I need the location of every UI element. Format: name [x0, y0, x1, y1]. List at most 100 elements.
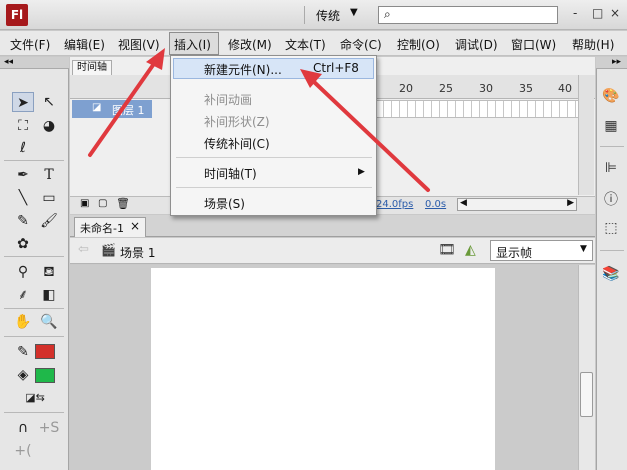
back-arrow-icon[interactable]: ⇦: [78, 242, 89, 257]
stage[interactable]: [151, 268, 495, 470]
minimize-button[interactable]: -: [573, 6, 577, 20]
stage-scrollbar[interactable]: [578, 265, 595, 470]
brush-icon[interactable]: 🖌: [38, 211, 60, 231]
menu-item-motion-tween: 补间动画: [204, 93, 253, 107]
menu-edit[interactable]: 编辑(E): [64, 36, 105, 53]
tools-divider: [4, 256, 64, 257]
timeline-scrollbar[interactable]: [578, 75, 594, 195]
tools-divider: [4, 160, 64, 161]
expand-icon[interactable]: ▸▸: [596, 57, 627, 69]
title-divider: [304, 6, 305, 24]
menu-item-new-symbol[interactable]: 新建元件(N)...: [204, 61, 282, 78]
deco-icon[interactable]: ✿: [12, 234, 34, 254]
smooth-icon[interactable]: +S: [38, 418, 60, 438]
menu-modify[interactable]: 修改(M): [228, 36, 272, 53]
layer-icon: ◪: [92, 102, 102, 113]
document-title[interactable]: 未命名-1: [80, 220, 124, 236]
menu-debug[interactable]: 调试(D): [455, 36, 498, 53]
elapsed-time: 0.0s: [425, 199, 447, 210]
lasso-icon[interactable]: ℓ: [12, 138, 34, 158]
menu-insert[interactable]: 插入(I): [174, 36, 211, 53]
eraser-icon[interactable]: ◧: [38, 285, 60, 305]
bone-icon[interactable]: ⚲: [12, 262, 34, 282]
frame-number: 40: [558, 82, 572, 95]
menu-file[interactable]: 文件(F): [10, 36, 50, 53]
hand-icon[interactable]: ✋: [12, 312, 34, 332]
close-tab-icon[interactable]: ×: [130, 219, 140, 233]
color-palette-icon[interactable]: 🎨: [601, 86, 621, 106]
paint-bucket-icon[interactable]: ⛾: [38, 262, 60, 282]
chevron-down-icon[interactable]: ▼: [350, 7, 358, 18]
selection-arrow-icon[interactable]: ➤: [12, 92, 34, 112]
edit-symbol-icon[interactable]: ◭: [465, 242, 476, 258]
search-icon: ⌕: [384, 7, 391, 21]
menu-window[interactable]: 窗口(W): [511, 36, 556, 53]
eyedropper-icon[interactable]: ⸙: [12, 285, 34, 305]
library-icon[interactable]: 📚: [601, 264, 621, 284]
new-folder-icon[interactable]: ▢: [98, 198, 107, 209]
flash-logo: Fl: [6, 4, 28, 26]
tools-panel-header[interactable]: ◂◂: [0, 57, 69, 69]
straighten-icon[interactable]: +(: [12, 441, 34, 461]
frame-rate[interactable]: 24.0fps: [376, 199, 413, 210]
new-layer-icon[interactable]: ▣: [80, 198, 89, 209]
subselection-icon[interactable]: ↖: [38, 92, 60, 112]
delete-layer-icon[interactable]: 🗑: [116, 197, 130, 210]
menu-control[interactable]: 控制(O): [397, 36, 440, 53]
free-transform-icon[interactable]: ⛶: [12, 116, 34, 136]
submenu-arrow-icon: ▶: [358, 167, 365, 177]
menu-commands[interactable]: 命令(C): [340, 36, 382, 53]
menu-item-scene[interactable]: 场景(S): [204, 195, 245, 212]
frame-number: 30: [479, 82, 493, 95]
panel-divider: [600, 250, 624, 251]
scene-icon: 🎬: [101, 243, 116, 257]
swatches-grid-icon[interactable]: ▦: [601, 116, 621, 136]
transform-icon[interactable]: ⬚: [601, 218, 621, 238]
tools-divider: [4, 336, 64, 337]
close-button[interactable]: ×: [610, 6, 620, 20]
tab-timeline[interactable]: 时间轴: [72, 60, 112, 75]
panel-divider: [600, 146, 624, 147]
zoom-icon[interactable]: 🔍: [38, 312, 60, 332]
search-input[interactable]: [378, 6, 558, 24]
fill-color-swatch[interactable]: [35, 368, 55, 383]
info-icon[interactable]: ⓘ: [601, 190, 621, 210]
layer-name[interactable]: 图层 1: [112, 102, 145, 118]
maximize-button[interactable]: □: [592, 6, 603, 20]
menu-item-timeline[interactable]: 时间轴(T): [204, 165, 257, 182]
tools-divider: [4, 308, 64, 309]
menu-divider: [176, 187, 372, 188]
tools-divider: [4, 412, 64, 413]
workspace-mode-selector[interactable]: 传统: [316, 7, 340, 24]
menu-item-shortcut: Ctrl+F8: [313, 61, 359, 75]
document-tab-bar: [70, 215, 595, 237]
swap-colors-icon[interactable]: ◪⇆: [24, 388, 46, 408]
fill-color-icon: ◈: [17, 367, 29, 383]
scene-label[interactable]: 场景 1: [120, 244, 155, 261]
menu-help[interactable]: 帮助(H): [572, 36, 614, 53]
align-icon[interactable]: ⊫: [601, 158, 621, 178]
stroke-color-icon: ✎: [17, 344, 29, 360]
timeline-h-scrollbar[interactable]: ◀ ▶: [457, 198, 577, 211]
zoom-value[interactable]: 显示帧: [496, 244, 532, 261]
frame-cells[interactable]: [376, 100, 579, 118]
collapse-icon[interactable]: ◂◂: [4, 57, 13, 67]
pencil-icon[interactable]: ✎: [12, 211, 34, 231]
stage-scroll-thumb[interactable]: [580, 372, 593, 417]
3d-rotation-icon[interactable]: ◕: [38, 116, 60, 136]
menu-text[interactable]: 文本(T): [285, 36, 326, 53]
stroke-color-swatch[interactable]: [35, 344, 55, 359]
snap-magnet-icon[interactable]: ∩: [12, 418, 34, 438]
scroll-left-icon[interactable]: ◀: [460, 198, 467, 208]
line-icon[interactable]: ╲: [12, 188, 34, 208]
pen-icon[interactable]: ✒: [12, 165, 34, 185]
menu-item-classic-tween[interactable]: 传统补间(C): [204, 135, 270, 152]
chevron-down-icon[interactable]: ▼: [580, 244, 587, 254]
rectangle-icon[interactable]: ▭: [38, 188, 60, 208]
menu-view[interactable]: 视图(V): [118, 36, 160, 53]
scroll-right-icon[interactable]: ▶: [567, 198, 574, 208]
text-icon[interactable]: T: [38, 165, 60, 185]
frame-number: 25: [439, 82, 453, 95]
edit-scene-icon[interactable]: 🎞: [438, 242, 456, 258]
menu-item-shape-tween: 补间形状(Z): [204, 115, 270, 129]
